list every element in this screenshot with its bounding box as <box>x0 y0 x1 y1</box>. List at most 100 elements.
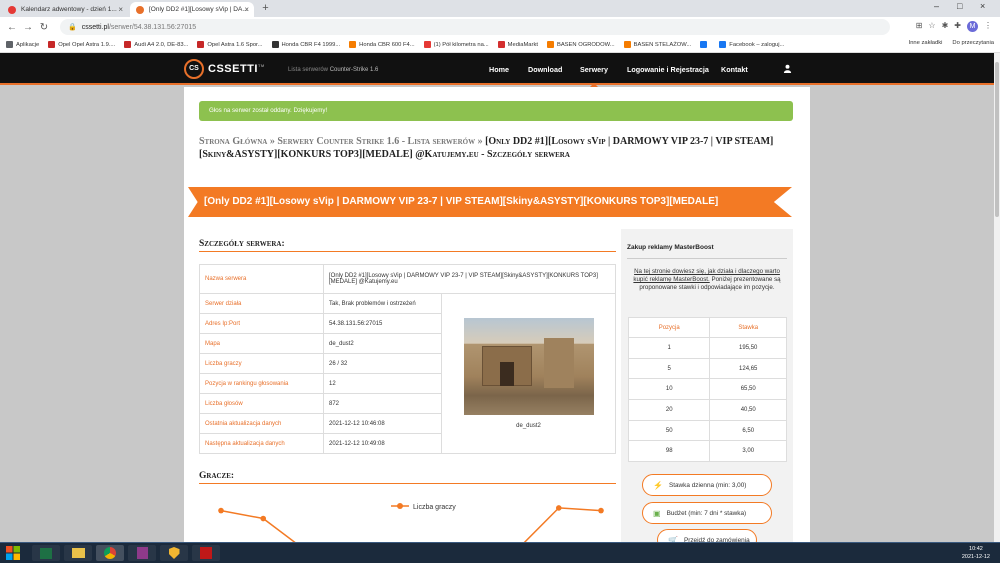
bookmark-item[interactable]: BASEN OGRODOW... <box>546 41 615 48</box>
translate-icon[interactable]: ⊞ <box>916 21 923 32</box>
bookmark-item[interactable]: MediaMarkt <box>497 41 538 48</box>
detail-key: Adres Ip:Port <box>199 313 324 334</box>
extensions-puzzle-icon[interactable]: ✚ <box>954 21 961 32</box>
url-input[interactable]: 🔒 cssetti.pl /serwer/54.38.131.56:27015 <box>60 19 890 35</box>
bookmark-item[interactable]: (1) Pół kilometra na... <box>423 41 489 48</box>
bookmark-item[interactable]: BASEN STELAŻOW... <box>623 41 691 48</box>
site-tagline: Lista serwerów Counter-Strike 1.6 <box>288 67 379 73</box>
tab-label: Kalendarz adwentowy - dzień 1... <box>21 6 117 13</box>
reading-list[interactable]: Do przeczytania <box>952 40 994 46</box>
window-close-icon[interactable]: × <box>980 1 985 11</box>
price-position: 20 <box>627 399 711 421</box>
data-point[interactable] <box>260 515 267 522</box>
bookmark-item[interactable]: Honda CBR F4 1999... <box>271 41 340 48</box>
details-row: Serwer działa Tak, Brak problemów i ostrz… <box>199 293 616 454</box>
detail-value: 12 <box>323 373 442 394</box>
nav-home[interactable]: Home <box>489 65 509 74</box>
server-details-table: Nazwa serwera [Only DD2 #1][Losowy sVip |… <box>199 264 616 454</box>
close-icon[interactable]: × <box>118 5 123 14</box>
bookmark-favicon-icon <box>48 41 56 48</box>
bookmark-item[interactable]: Honda CBR 600 F4... <box>349 41 415 48</box>
price-position: 1 <box>627 337 711 359</box>
chart-legend: Liczba graczy <box>391 503 456 511</box>
new-tab-button[interactable]: + <box>259 2 272 15</box>
detail-value: 54.38.131.56:27015 <box>323 313 442 334</box>
detail-key: Nazwa serwera <box>199 264 324 294</box>
site-header: CS CSSETTITM Lista serwerów Counter-Stri… <box>0 53 994 87</box>
tab-label: [Only DD2 #1][Losowy sVip | DA... <box>149 6 248 13</box>
breadcrumb: Strona Główna » Serwery Counter Strike 1… <box>199 136 774 160</box>
daily-rate-input[interactable]: ⚡ Stawka dzienna (min: 3,00) <box>642 474 772 496</box>
taskbar-winrar[interactable] <box>128 545 156 561</box>
detail-key: Liczba głosów <box>199 393 324 414</box>
price-rate: 40,50 <box>709 399 787 421</box>
nav-servers[interactable]: Serwery <box>580 65 608 87</box>
bookmark-favicon-icon <box>546 41 554 48</box>
profile-avatar[interactable]: M <box>967 21 978 32</box>
money-icon: ▣ <box>653 508 661 518</box>
bookmark-item[interactable] <box>700 41 710 48</box>
back-icon[interactable]: ← <box>4 22 20 33</box>
close-icon[interactable]: × <box>244 5 249 14</box>
logo-badge: CS <box>184 59 204 79</box>
taskbar-chrome[interactable] <box>96 545 124 561</box>
price-rate: 65,50 <box>709 378 787 401</box>
apps-grid-icon <box>6 41 13 48</box>
user-icon[interactable] <box>783 64 792 73</box>
data-point[interactable] <box>598 507 604 514</box>
bookmark-item[interactable]: Opel Astra 1.6 Spor... <box>197 41 263 48</box>
taskbar-security[interactable] <box>160 545 188 561</box>
col-rate: Stawka <box>709 317 787 338</box>
extension-icon[interactable]: ✱ <box>942 21 949 32</box>
forward-icon[interactable]: → <box>20 22 36 33</box>
data-point[interactable] <box>218 507 224 514</box>
tab-server[interactable]: [Only DD2 #1][Losowy sVip | DA... × <box>130 2 254 17</box>
menu-dots-icon[interactable]: ⋮ <box>984 21 992 32</box>
bookmark-item[interactable]: Aplikacje <box>6 41 39 48</box>
breadcrumb-servers[interactable]: Serwery Counter Strike 1.6 - Lista serwe… <box>277 136 475 147</box>
maximize-icon[interactable]: □ <box>957 1 962 11</box>
legend-label: Liczba graczy <box>413 504 456 511</box>
bookmark-favicon-icon <box>423 41 431 48</box>
excel-icon <box>40 547 52 559</box>
taskbar-mcafee[interactable] <box>192 545 220 561</box>
map-label: de_dust2 <box>516 423 541 429</box>
other-bookmarks[interactable]: Inne zakładki <box>909 40 943 46</box>
address-bar-row: ← → ↻ 🔒 cssetti.pl /serwer/54.38.131.56:… <box>0 17 1000 37</box>
shield-icon <box>168 547 180 559</box>
details-row: Nazwa serwera [Only DD2 #1][Losowy sVip |… <box>199 264 616 294</box>
detail-value: 872 <box>323 393 442 414</box>
bookmark-item[interactable]: Opel Opel Astra 1.9.... <box>48 41 115 48</box>
tab-bar: Kalendarz adwentowy - dzień 1... × [Only… <box>0 0 1000 17</box>
price-row: 98 3,00 <box>627 440 787 463</box>
minimize-icon[interactable]: – <box>934 1 939 11</box>
start-button[interactable] <box>3 544 23 562</box>
reload-icon[interactable]: ↻ <box>36 22 52 33</box>
masterboost-sidebar: Zakup reklamy MasterBoost Na tej stronie… <box>621 229 793 551</box>
nav-login[interactable]: Logowanie i Rejestracja <box>627 65 709 74</box>
clock-time: 10:42 <box>969 546 983 552</box>
bookmark-star-icon[interactable]: ☆ <box>928 21 935 32</box>
scrollbar-thumb[interactable] <box>995 62 999 217</box>
bookmarks-bar: Aplikacje Opel Opel Astra 1.9.... Audi A4 … <box>0 37 1000 53</box>
bookmark-item[interactable]: Facebook – zaloguj... <box>719 41 784 48</box>
lock-icon: 🔒 <box>68 24 77 31</box>
detail-key: Ostatnia aktualizacja danych <box>199 413 324 434</box>
nav-download[interactable]: Download <box>528 65 562 74</box>
price-position: 10 <box>627 378 711 401</box>
nav-contact[interactable]: Kontakt <box>721 65 748 74</box>
tab-calendar[interactable]: Kalendarz adwentowy - dzień 1... × <box>2 2 128 17</box>
detail-value: [Only DD2 #1][Losowy sVip | DARMOWY VIP … <box>323 264 616 294</box>
chrome-icon <box>104 547 116 559</box>
taskbar-clock[interactable]: 10:42 2021-12-12 <box>962 545 990 561</box>
budget-input[interactable]: ▣ Budżet (min: 7 dni * stawka) <box>642 502 772 524</box>
taskbar-explorer[interactable] <box>64 545 92 561</box>
map-preview-image <box>463 318 594 415</box>
bookmark-item[interactable]: Audi A4 2.0, DE-83... <box>124 41 188 48</box>
detail-key: Następna aktualizacja danych <box>199 433 324 454</box>
breadcrumb-home[interactable]: Strona Główna <box>199 136 267 147</box>
taskbar-excel[interactable] <box>32 545 60 561</box>
price-row: 5 124,65 <box>627 357 787 380</box>
site-logo[interactable]: CS CSSETTITM <box>184 59 265 79</box>
data-point[interactable] <box>555 505 562 511</box>
